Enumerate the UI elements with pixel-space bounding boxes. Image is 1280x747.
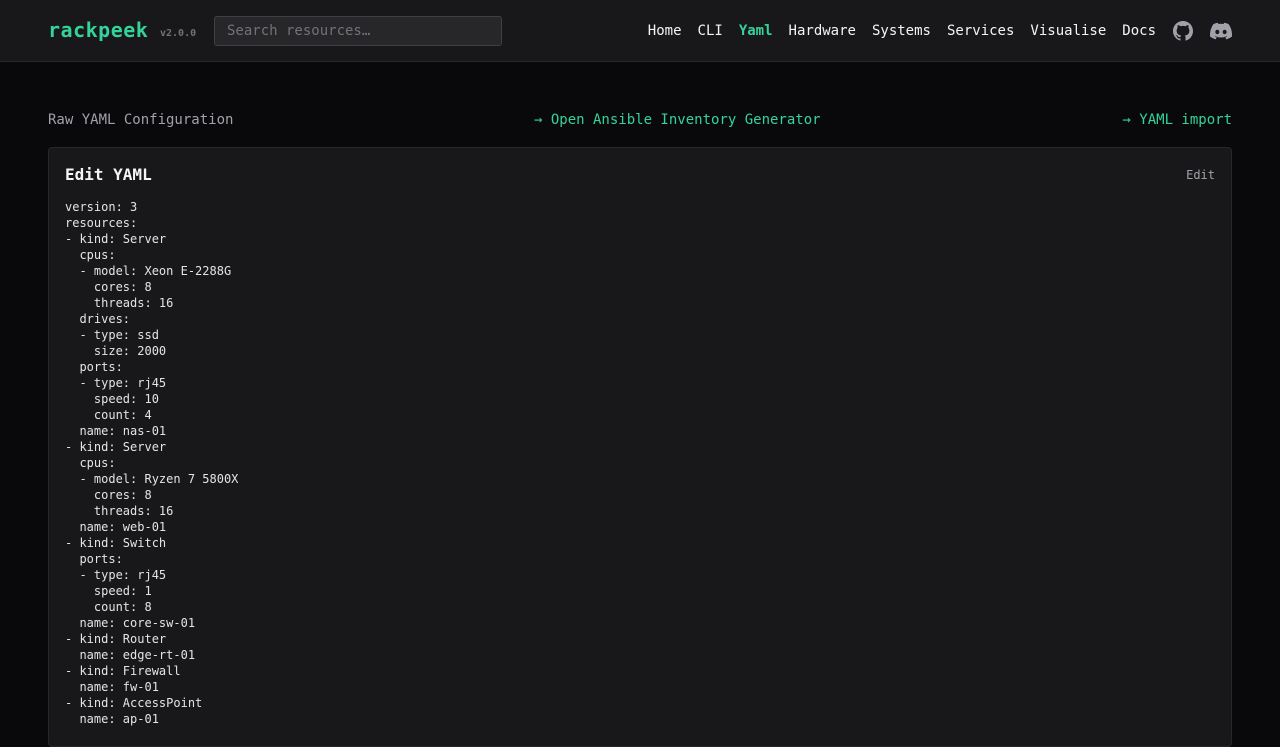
ansible-generator-link[interactable]: → Open Ansible Inventory Generator	[534, 112, 821, 128]
nav-visualise[interactable]: Visualise	[1030, 23, 1106, 39]
brand-logo[interactable]: rackpeek	[48, 18, 148, 42]
nav-docs[interactable]: Docs	[1122, 23, 1156, 39]
discord-icon[interactable]	[1210, 20, 1232, 42]
page-title: Raw YAML Configuration	[48, 112, 234, 128]
top-navbar: rackpeek v2.0.0 Home CLI Yaml Hardware S…	[0, 0, 1280, 62]
yaml-import-link[interactable]: → YAML import	[1122, 112, 1232, 128]
edit-button[interactable]: Edit	[1186, 168, 1215, 182]
nav-cli[interactable]: CLI	[698, 23, 723, 39]
panel-title: Edit YAML	[65, 165, 152, 184]
nav-systems[interactable]: Systems	[872, 23, 931, 39]
yaml-content: version: 3 resources: - kind: Server cpu…	[65, 200, 239, 726]
yaml-subbar: Raw YAML Configuration → Open Ansible In…	[48, 112, 1232, 132]
main-nav: Home CLI Yaml Hardware Systems Services …	[632, 0, 1232, 62]
nav-home[interactable]: Home	[648, 23, 682, 39]
nav-yaml[interactable]: Yaml	[739, 23, 773, 39]
nav-services[interactable]: Services	[947, 23, 1014, 39]
github-icon[interactable]	[1172, 20, 1194, 42]
search-input[interactable]	[214, 16, 502, 46]
yaml-editor-panel: Edit YAML Edit version: 3 resources: - k…	[48, 147, 1232, 747]
version-badge: v2.0.0	[160, 28, 197, 39]
nav-hardware[interactable]: Hardware	[789, 23, 856, 39]
